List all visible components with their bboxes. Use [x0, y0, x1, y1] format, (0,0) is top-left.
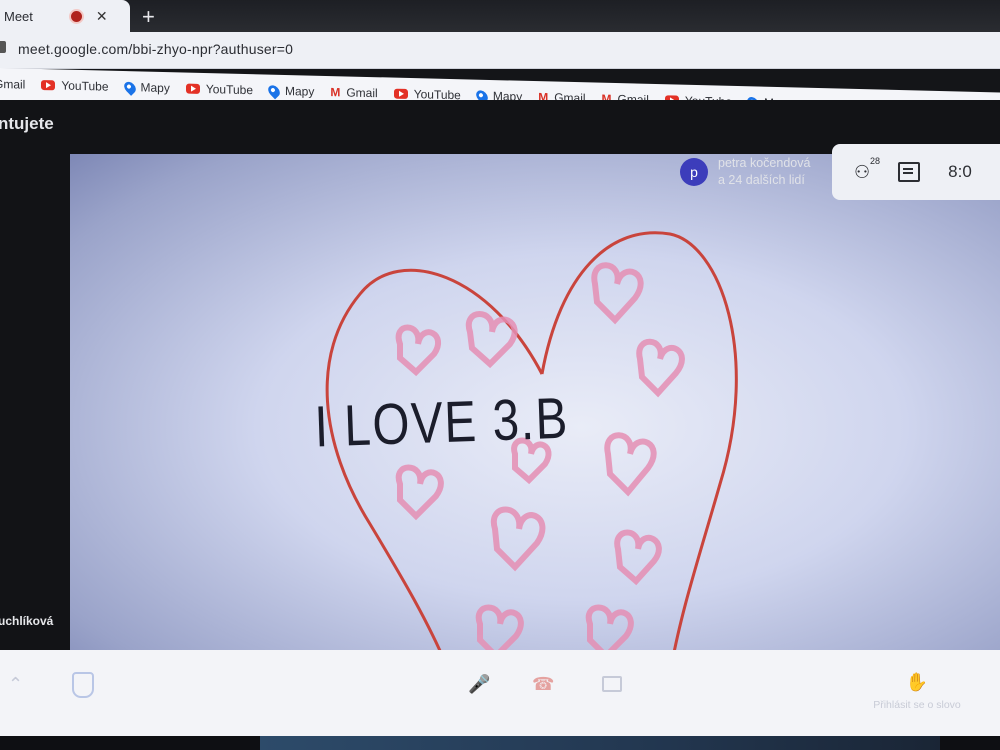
small-heart: [490, 506, 546, 572]
raise-hand-button[interactable]: ✋ Přihlásit se o slovo: [862, 672, 972, 711]
small-heart: [395, 324, 442, 377]
bookmark-mapy[interactable]: Mapy: [265, 82, 315, 99]
small-heart: [636, 338, 685, 398]
bookmark-gmail[interactable]: M Gmail: [330, 85, 377, 100]
presenter-avatar: p: [680, 158, 708, 186]
meet-controls-bar: ⌃ 🎤 ☎ ✋ Přihlásit se o slovo: [0, 650, 1000, 736]
participant-name-tag: uchlíková: [0, 614, 54, 628]
hand-icon: ✋: [905, 672, 929, 692]
small-heart: [585, 604, 634, 650]
bookmark-youtube[interactable]: YouTube: [185, 82, 253, 98]
camera-icon[interactable]: [602, 676, 622, 692]
bookmark-label: Mapy: [285, 83, 315, 99]
address-bar[interactable]: meet.google.com/bbi-zhyo-npr?authuser=0: [0, 32, 1000, 69]
small-heart: [395, 464, 444, 521]
browser-tab-bar: Meet ✕ +: [0, 0, 1000, 32]
small-heart: [591, 262, 644, 325]
people-count: 28: [870, 155, 881, 166]
shield-icon[interactable]: [72, 672, 94, 698]
chevron-up-icon[interactable]: ⌃: [8, 674, 23, 695]
meeting-title: ntujete: [0, 114, 54, 133]
small-heart: [475, 604, 524, 650]
meet-tab[interactable]: Meet ✕: [0, 0, 130, 32]
bookmark-gmail[interactable]: Gmail: [0, 77, 25, 92]
microphone-icon[interactable]: 🎤: [468, 674, 490, 695]
tab-title: Meet: [4, 8, 33, 24]
bookmark-label: YouTube: [205, 82, 253, 98]
bookmark-label: YouTube: [61, 78, 109, 94]
new-tab-button[interactable]: +: [142, 4, 155, 30]
small-hearts: [395, 262, 685, 650]
chat-icon[interactable]: [898, 162, 921, 182]
recording-icon: [68, 8, 84, 24]
drawing-text: I LOVE 3.B: [314, 386, 570, 459]
people-icon[interactable]: ⚇ 28: [854, 156, 880, 183]
youtube-icon: [41, 80, 56, 91]
bookmark-label: Gmail: [0, 76, 26, 92]
os-taskbar: [0, 736, 1000, 750]
heart-drawing: I LOVE 3.B: [314, 231, 738, 650]
maps-icon: [121, 79, 138, 96]
clock: 8:0: [948, 162, 972, 181]
bookmark-mapy[interactable]: Mapy: [121, 79, 170, 96]
hang-up-icon[interactable]: ☎: [532, 674, 554, 695]
maps-icon: [265, 82, 283, 99]
meet-area: ntujete I LOVE 3.B p petra kočendová a 2…: [0, 100, 1000, 650]
small-heart: [465, 311, 518, 369]
presentation-video: I LOVE 3.B: [70, 154, 1000, 650]
youtube-icon: [185, 83, 200, 94]
lock-icon: [0, 41, 6, 53]
bookmark-youtube[interactable]: YouTube: [41, 78, 109, 94]
bookmark-label: Mapy: [140, 80, 170, 96]
taskbar-strip: [260, 736, 940, 750]
youtube-icon: [393, 88, 408, 99]
presenter-others: a 24 dalších lidí: [718, 173, 805, 187]
small-heart: [604, 432, 657, 497]
presenter-name: petra kočendová: [718, 156, 811, 170]
raise-hand-label: Přihlásit se o slovo: [873, 699, 961, 711]
close-tab-icon[interactable]: ✕: [96, 8, 108, 25]
gmail-icon: M: [330, 85, 341, 100]
meet-top-controls: ⚇ 28 8:0: [832, 144, 1000, 200]
bookmark-label: Gmail: [346, 85, 378, 101]
url-text[interactable]: meet.google.com/bbi-zhyo-npr?authuser=0: [18, 41, 293, 57]
small-heart: [614, 529, 662, 586]
